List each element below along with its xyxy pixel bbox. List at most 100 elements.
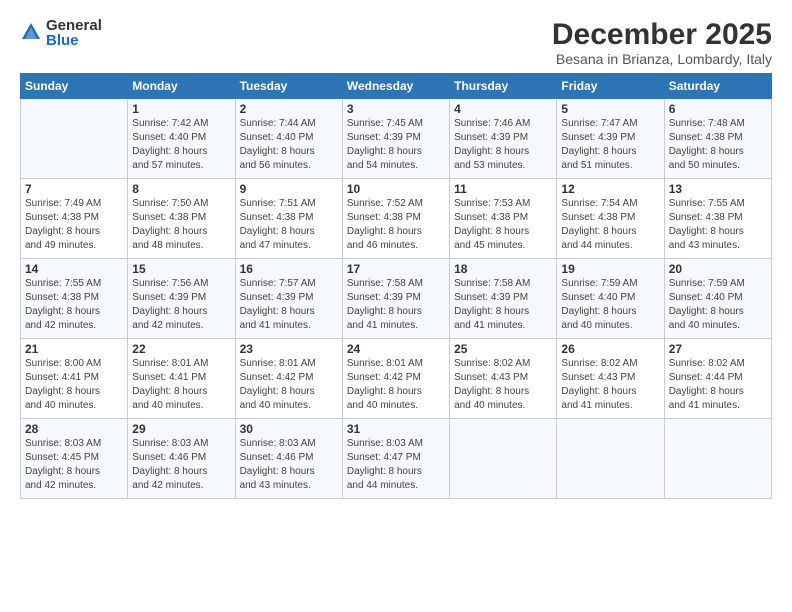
logo-icon <box>20 21 42 43</box>
day-info: Sunrise: 7:58 AMSunset: 4:39 PMDaylight:… <box>454 277 552 333</box>
day-number: 1 <box>132 102 230 116</box>
day-cell: 29Sunrise: 8:03 AMSunset: 4:46 PMDayligh… <box>128 419 235 499</box>
day-info: Sunrise: 7:52 AMSunset: 4:38 PMDaylight:… <box>347 197 445 253</box>
day-cell <box>664 419 771 499</box>
day-cell: 3Sunrise: 7:45 AMSunset: 4:39 PMDaylight… <box>342 99 449 179</box>
day-cell: 5Sunrise: 7:47 AMSunset: 4:39 PMDaylight… <box>557 99 664 179</box>
day-number: 13 <box>669 182 767 196</box>
day-cell: 20Sunrise: 7:59 AMSunset: 4:40 PMDayligh… <box>664 259 771 339</box>
day-number: 6 <box>669 102 767 116</box>
logo-blue: Blue <box>46 33 102 48</box>
day-info: Sunrise: 7:55 AMSunset: 4:38 PMDaylight:… <box>25 277 123 333</box>
day-info: Sunrise: 8:02 AMSunset: 4:44 PMDaylight:… <box>669 357 767 413</box>
day-cell <box>557 419 664 499</box>
day-cell: 22Sunrise: 8:01 AMSunset: 4:41 PMDayligh… <box>128 339 235 419</box>
day-number: 2 <box>240 102 338 116</box>
calendar-body: 1Sunrise: 7:42 AMSunset: 4:40 PMDaylight… <box>21 99 772 499</box>
day-number: 27 <box>669 342 767 356</box>
day-number: 15 <box>132 262 230 276</box>
day-number: 19 <box>561 262 659 276</box>
day-info: Sunrise: 7:58 AMSunset: 4:39 PMDaylight:… <box>347 277 445 333</box>
col-thursday: Thursday <box>450 74 557 99</box>
day-info: Sunrise: 8:00 AMSunset: 4:41 PMDaylight:… <box>25 357 123 413</box>
day-cell: 27Sunrise: 8:02 AMSunset: 4:44 PMDayligh… <box>664 339 771 419</box>
day-number: 29 <box>132 422 230 436</box>
day-info: Sunrise: 7:59 AMSunset: 4:40 PMDaylight:… <box>669 277 767 333</box>
day-cell: 7Sunrise: 7:49 AMSunset: 4:38 PMDaylight… <box>21 179 128 259</box>
day-cell <box>450 419 557 499</box>
day-info: Sunrise: 7:45 AMSunset: 4:39 PMDaylight:… <box>347 117 445 173</box>
day-info: Sunrise: 8:01 AMSunset: 4:42 PMDaylight:… <box>240 357 338 413</box>
title-area: December 2025 Besana in Brianza, Lombard… <box>552 18 772 67</box>
day-number: 28 <box>25 422 123 436</box>
week-row-2: 7Sunrise: 7:49 AMSunset: 4:38 PMDaylight… <box>21 179 772 259</box>
day-cell: 8Sunrise: 7:50 AMSunset: 4:38 PMDaylight… <box>128 179 235 259</box>
day-cell: 28Sunrise: 8:03 AMSunset: 4:45 PMDayligh… <box>21 419 128 499</box>
day-number: 24 <box>347 342 445 356</box>
day-number: 21 <box>25 342 123 356</box>
day-cell: 4Sunrise: 7:46 AMSunset: 4:39 PMDaylight… <box>450 99 557 179</box>
day-cell: 10Sunrise: 7:52 AMSunset: 4:38 PMDayligh… <box>342 179 449 259</box>
col-friday: Friday <box>557 74 664 99</box>
col-saturday: Saturday <box>664 74 771 99</box>
day-number: 17 <box>347 262 445 276</box>
page: General Blue December 2025 Besana in Bri… <box>0 0 792 612</box>
day-info: Sunrise: 7:47 AMSunset: 4:39 PMDaylight:… <box>561 117 659 173</box>
day-info: Sunrise: 7:48 AMSunset: 4:38 PMDaylight:… <box>669 117 767 173</box>
week-row-1: 1Sunrise: 7:42 AMSunset: 4:40 PMDaylight… <box>21 99 772 179</box>
day-info: Sunrise: 7:50 AMSunset: 4:38 PMDaylight:… <box>132 197 230 253</box>
day-cell: 16Sunrise: 7:57 AMSunset: 4:39 PMDayligh… <box>235 259 342 339</box>
day-cell: 30Sunrise: 8:03 AMSunset: 4:46 PMDayligh… <box>235 419 342 499</box>
day-number: 10 <box>347 182 445 196</box>
day-number: 9 <box>240 182 338 196</box>
day-number: 22 <box>132 342 230 356</box>
day-info: Sunrise: 8:02 AMSunset: 4:43 PMDaylight:… <box>454 357 552 413</box>
day-cell: 19Sunrise: 7:59 AMSunset: 4:40 PMDayligh… <box>557 259 664 339</box>
day-info: Sunrise: 8:03 AMSunset: 4:46 PMDaylight:… <box>132 437 230 493</box>
day-info: Sunrise: 8:01 AMSunset: 4:41 PMDaylight:… <box>132 357 230 413</box>
day-cell: 21Sunrise: 8:00 AMSunset: 4:41 PMDayligh… <box>21 339 128 419</box>
day-number: 14 <box>25 262 123 276</box>
week-row-3: 14Sunrise: 7:55 AMSunset: 4:38 PMDayligh… <box>21 259 772 339</box>
day-info: Sunrise: 8:01 AMSunset: 4:42 PMDaylight:… <box>347 357 445 413</box>
day-cell <box>21 99 128 179</box>
day-number: 11 <box>454 182 552 196</box>
day-info: Sunrise: 8:02 AMSunset: 4:43 PMDaylight:… <box>561 357 659 413</box>
day-cell: 1Sunrise: 7:42 AMSunset: 4:40 PMDaylight… <box>128 99 235 179</box>
day-number: 23 <box>240 342 338 356</box>
day-number: 8 <box>132 182 230 196</box>
day-info: Sunrise: 7:42 AMSunset: 4:40 PMDaylight:… <box>132 117 230 173</box>
calendar-table: Sunday Monday Tuesday Wednesday Thursday… <box>20 73 772 499</box>
logo: General Blue <box>20 18 102 48</box>
day-number: 4 <box>454 102 552 116</box>
day-number: 12 <box>561 182 659 196</box>
col-monday: Monday <box>128 74 235 99</box>
day-cell: 15Sunrise: 7:56 AMSunset: 4:39 PMDayligh… <box>128 259 235 339</box>
day-info: Sunrise: 8:03 AMSunset: 4:46 PMDaylight:… <box>240 437 338 493</box>
day-cell: 26Sunrise: 8:02 AMSunset: 4:43 PMDayligh… <box>557 339 664 419</box>
day-cell: 31Sunrise: 8:03 AMSunset: 4:47 PMDayligh… <box>342 419 449 499</box>
month-title: December 2025 <box>552 18 772 51</box>
col-sunday: Sunday <box>21 74 128 99</box>
day-cell: 11Sunrise: 7:53 AMSunset: 4:38 PMDayligh… <box>450 179 557 259</box>
day-cell: 12Sunrise: 7:54 AMSunset: 4:38 PMDayligh… <box>557 179 664 259</box>
day-number: 31 <box>347 422 445 436</box>
day-info: Sunrise: 7:46 AMSunset: 4:39 PMDaylight:… <box>454 117 552 173</box>
header-row: Sunday Monday Tuesday Wednesday Thursday… <box>21 74 772 99</box>
day-number: 16 <box>240 262 338 276</box>
day-info: Sunrise: 7:53 AMSunset: 4:38 PMDaylight:… <box>454 197 552 253</box>
day-info: Sunrise: 7:55 AMSunset: 4:38 PMDaylight:… <box>669 197 767 253</box>
day-number: 26 <box>561 342 659 356</box>
day-cell: 2Sunrise: 7:44 AMSunset: 4:40 PMDaylight… <box>235 99 342 179</box>
day-info: Sunrise: 7:57 AMSunset: 4:39 PMDaylight:… <box>240 277 338 333</box>
day-cell: 9Sunrise: 7:51 AMSunset: 4:38 PMDaylight… <box>235 179 342 259</box>
logo-text: General Blue <box>46 18 102 48</box>
day-number: 5 <box>561 102 659 116</box>
day-info: Sunrise: 8:03 AMSunset: 4:47 PMDaylight:… <box>347 437 445 493</box>
day-info: Sunrise: 7:54 AMSunset: 4:38 PMDaylight:… <box>561 197 659 253</box>
day-info: Sunrise: 7:56 AMSunset: 4:39 PMDaylight:… <box>132 277 230 333</box>
day-number: 30 <box>240 422 338 436</box>
day-number: 3 <box>347 102 445 116</box>
day-info: Sunrise: 7:59 AMSunset: 4:40 PMDaylight:… <box>561 277 659 333</box>
day-number: 18 <box>454 262 552 276</box>
